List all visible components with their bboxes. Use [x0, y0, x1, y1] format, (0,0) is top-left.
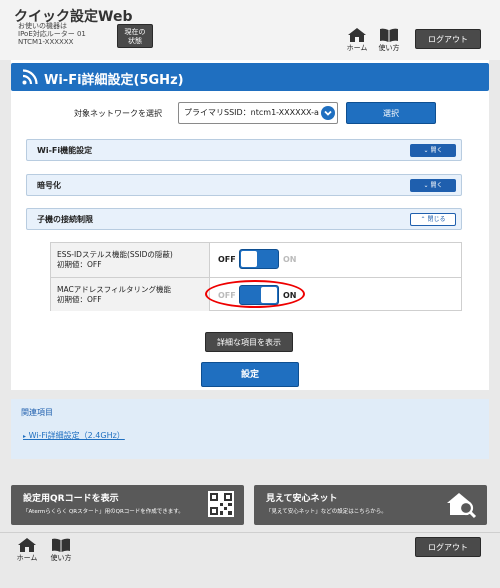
- device-info-line1: お使いの機器は: [18, 22, 67, 30]
- footer-help-label: 使い方: [50, 554, 72, 562]
- home-label: ホーム: [346, 44, 368, 52]
- section-header: Wi-Fi詳細設定(5GHz): [11, 63, 489, 91]
- related-link-label: Wi-Fi詳細設定（2.4GHz）: [28, 431, 125, 440]
- accordion-title: Wi-Fi機能設定: [37, 146, 93, 155]
- chevron-down-icon: ⌄: [423, 147, 429, 154]
- home-nav[interactable]: ホーム: [345, 28, 369, 53]
- safe-card-description: 「見えて安心ネット」などの設定はこちらから。: [266, 509, 387, 515]
- accordion-wifi-function[interactable]: Wi-Fi機能設定 ⌄ 開く: [26, 139, 462, 161]
- related-link-wifi-24ghz[interactable]: ▸ Wi-Fi詳細設定（2.4GHz）: [23, 430, 125, 441]
- header: クイック設定Web お使いの機器は IPoE対応ルーター 01 NTCM1-XX…: [0, 0, 500, 60]
- qr-code-card[interactable]: 設定用QRコードを表示 「Atermらくらく QRスタート」用のQRコードを作成…: [11, 485, 244, 525]
- help-label: 使い方: [378, 44, 400, 52]
- setting-label-name: ESS-IDステルス機能(SSIDの隠蔽): [57, 250, 173, 259]
- device-info-line3: NTCM1-XXXXXX: [18, 38, 74, 46]
- safe-card-title: 見えて安心ネット: [266, 494, 338, 504]
- logout-button[interactable]: ログアウト: [415, 29, 481, 49]
- toggle-on-label: ON: [283, 255, 297, 264]
- safe-net-card[interactable]: 見えて安心ネット 「見えて安心ネット」などの設定はこちらから。: [254, 485, 487, 525]
- current-status-button[interactable]: 現在の 状態: [117, 24, 153, 48]
- footer-help-nav[interactable]: 使い方: [49, 538, 73, 563]
- accordion-title: 子機の接続制限: [37, 215, 93, 224]
- accordion-button-label: 開く: [430, 147, 443, 154]
- book-icon: [380, 28, 398, 42]
- device-info-line2: IPoE対応ルーター 01: [18, 30, 86, 38]
- device-info: お使いの機器は IPoE対応ルーター 01 NTCM1-XXXXXX: [18, 22, 86, 46]
- accordion-button-label: 閉じる: [427, 216, 446, 223]
- accordion-open-button[interactable]: ⌄ 開く: [410, 179, 456, 192]
- setting-label-name: MACアドレスフィルタリング機能: [57, 285, 172, 294]
- setting-label: ESS-IDステルス機能(SSIDの隠蔽) 初期値：OFF: [51, 243, 210, 277]
- help-nav[interactable]: 使い方: [377, 28, 401, 53]
- status-label-line2: 状態: [128, 37, 142, 45]
- highlight-ellipse: [205, 280, 305, 308]
- status-label-line1: 現在の: [124, 28, 146, 36]
- qr-card-description: 「Atermらくらく QRスタート」用のQRコードを作成できます。: [23, 509, 184, 515]
- toggle-knob: [241, 251, 257, 267]
- network-label: 対象ネットワークを選択: [74, 109, 162, 118]
- related-section: 関連項目 ▸ Wi-Fi詳細設定（2.4GHz）: [11, 399, 489, 459]
- chevron-down-icon: ⌄: [423, 182, 429, 189]
- stealth-toggle[interactable]: [239, 249, 279, 269]
- footer-home-label: ホーム: [16, 554, 38, 562]
- footer-home-nav[interactable]: ホーム: [15, 538, 39, 563]
- toggle-off-label: OFF: [218, 255, 236, 264]
- setting-label-default: 初期値：OFF: [57, 295, 102, 304]
- network-select-value: プライマリSSID：ntcm1-XXXXXX-a: [184, 108, 319, 117]
- setting-label-default: 初期値：OFF: [57, 260, 102, 269]
- setting-label: MACアドレスフィルタリング機能 初期値：OFF: [51, 278, 210, 311]
- qr-card-title: 設定用QRコードを表示: [23, 494, 119, 504]
- wifi-icon: [22, 69, 38, 85]
- home-icon: [18, 538, 36, 552]
- accordion-open-button[interactable]: ⌄ 開く: [410, 144, 456, 157]
- show-details-button[interactable]: 詳細な項目を表示: [205, 332, 293, 352]
- network-select-button[interactable]: 選択: [346, 102, 436, 124]
- chevron-up-icon: ⌃: [420, 216, 426, 223]
- network-select[interactable]: プライマリSSID：ntcm1-XXXXXX-a: [178, 102, 338, 124]
- book-icon: [52, 538, 70, 552]
- accordion-title: 暗号化: [37, 181, 61, 190]
- link-arrow-icon: ▸: [23, 433, 27, 440]
- section-title: Wi-Fi詳細設定(5GHz): [44, 73, 184, 88]
- submit-button[interactable]: 設定: [201, 362, 299, 387]
- related-title: 関連項目: [21, 408, 53, 417]
- chevron-down-icon: [321, 106, 335, 120]
- home-icon: [348, 28, 366, 42]
- accordion-connection-limit[interactable]: 子機の接続制限 ⌃ 閉じる: [26, 208, 462, 230]
- accordion-encryption[interactable]: 暗号化 ⌄ 開く: [26, 174, 462, 196]
- setting-row-stealth: ESS-IDステルス機能(SSIDの隠蔽) 初期値：OFF OFF ON: [51, 243, 461, 277]
- house-search-icon: [447, 493, 477, 519]
- footer-logout-button[interactable]: ログアウト: [415, 537, 481, 557]
- accordion-close-button[interactable]: ⌃ 閉じる: [410, 213, 456, 226]
- accordion-button-label: 開く: [430, 182, 443, 189]
- qr-code-icon: [208, 491, 234, 517]
- footer-divider: [0, 532, 500, 533]
